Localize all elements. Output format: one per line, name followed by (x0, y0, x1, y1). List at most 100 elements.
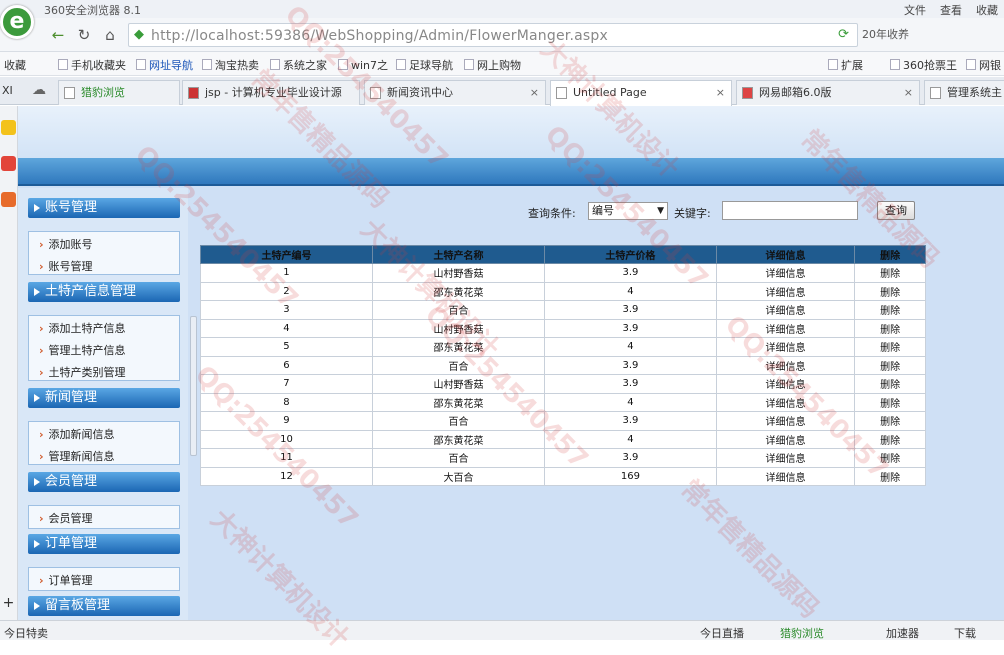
detail-link[interactable]: 详细信息 (715, 318, 856, 338)
table-cell: 邵东黄花菜 (371, 429, 545, 449)
star-icon[interactable] (1, 120, 16, 135)
query-button[interactable]: 查询 (877, 201, 915, 220)
delete-link[interactable]: 删除 (854, 411, 926, 431)
table-cell: 10 (200, 429, 373, 449)
status-today-sale[interactable]: 今日特卖 (4, 625, 48, 641)
table-cell: 2 (200, 281, 373, 301)
fav-shopping[interactable]: 网上购物 (464, 57, 521, 73)
app-title: 360安全浏览器 8.1 (44, 4, 141, 17)
menu-item-add-news[interactable]: 添加新闻信息 (39, 426, 115, 442)
tab-admin[interactable]: 管理系统主 (924, 80, 1004, 105)
keyword-label: 关键字: (674, 207, 711, 220)
status-accelerator[interactable]: 加速器 (886, 625, 919, 641)
status-liebao[interactable]: 猎豹浏览 (780, 625, 824, 641)
reload-icon[interactable]: ⟳ (838, 27, 849, 42)
weibo-icon[interactable] (1, 156, 16, 171)
delete-link[interactable]: 删除 (854, 429, 926, 449)
fav-bank[interactable]: 网银 (966, 57, 1001, 73)
delete-link[interactable]: 删除 (854, 337, 926, 357)
menu-item-manage-product[interactable]: 管理土特产信息 (39, 342, 126, 358)
menu-item-product-category[interactable]: 土特产类别管理 (39, 364, 126, 380)
menu-item-add-account[interactable]: 添加账号 (39, 236, 93, 252)
table-cell: 3.9 (543, 263, 717, 283)
delete-link[interactable]: 删除 (854, 263, 926, 283)
keyword-input[interactable] (722, 201, 858, 220)
menu-view[interactable]: 查看 (940, 2, 962, 18)
query-condition-select[interactable]: 编号 ▼ (588, 202, 668, 220)
detail-link[interactable]: 详细信息 (715, 429, 856, 449)
fav-extensions[interactable]: 扩展 (828, 57, 863, 73)
table-cell: 4 (543, 392, 717, 412)
menu-order[interactable]: 订单管理 (28, 534, 180, 554)
admin-banner (18, 106, 1004, 158)
delete-link[interactable]: 删除 (854, 466, 926, 486)
menu-item-order-manage[interactable]: 订单管理 (39, 572, 93, 588)
menu-member-box: 会员管理 (28, 505, 180, 529)
detail-link[interactable]: 详细信息 (715, 281, 856, 301)
cloud-icon[interactable]: ☁ (32, 82, 46, 98)
table-cell: 邵东黄花菜 (371, 392, 545, 412)
status-live[interactable]: 今日直播 (700, 625, 744, 641)
tab-news[interactable]: 新闻资讯中心 × (364, 80, 546, 105)
tab-mail[interactable]: 网易邮箱6.0版 × (736, 80, 920, 105)
fav-mobile[interactable]: 手机收藏夹 (58, 57, 126, 73)
table-cell: 百合 (371, 411, 545, 431)
menu-item-account-manage[interactable]: 账号管理 (39, 258, 93, 274)
delete-link[interactable]: 删除 (854, 374, 926, 394)
refresh-icon[interactable]: ↻ (74, 25, 94, 45)
menu-favorites[interactable]: 收藏 (976, 2, 998, 18)
detail-link[interactable]: 详细信息 (715, 448, 856, 468)
sidebar-splitter[interactable] (190, 316, 197, 456)
detail-link[interactable]: 详细信息 (715, 411, 856, 431)
delete-link[interactable]: 删除 (854, 300, 926, 320)
menu-message[interactable]: 留言板管理 (28, 596, 180, 616)
table-cell: 7 (200, 374, 373, 394)
fav-nav[interactable]: 网址导航 (136, 57, 193, 73)
table-row: 3 百合 3.9 详细信息 删除 (200, 300, 926, 320)
detail-link[interactable]: 详细信息 (715, 466, 856, 486)
detail-link[interactable]: 详细信息 (715, 300, 856, 320)
menu-item-member-manage[interactable]: 会员管理 (39, 510, 93, 526)
favorites-bar: 收藏 手机收藏夹 网址导航 淘宝热卖 系统之家 win7之 足球导航 网上购物 … (0, 52, 1004, 76)
window-titlebar: 360安全浏览器 8.1 文件 查看 收藏 (0, 0, 1004, 18)
fav-ticket[interactable]: 360抢票王 (890, 57, 957, 73)
tab-jsp[interactable]: jsp - 计算机专业毕业设计源 (182, 80, 360, 105)
menu-product[interactable]: 土特产信息管理 (28, 282, 180, 302)
fav-taobao[interactable]: 淘宝热卖 (202, 57, 259, 73)
status-download[interactable]: 下载 (954, 625, 976, 641)
fav-football[interactable]: 足球导航 (396, 57, 453, 73)
home-icon[interactable]: ⌂ (100, 25, 120, 45)
table-cell: 169 (543, 466, 717, 486)
detail-link[interactable]: 详细信息 (715, 337, 856, 357)
fav-system[interactable]: 系统之家 (270, 57, 327, 73)
detail-link[interactable]: 详细信息 (715, 355, 856, 375)
delete-link[interactable]: 删除 (854, 448, 926, 468)
delete-link[interactable]: 删除 (854, 281, 926, 301)
tab-liebao[interactable]: 猎豹浏览 (58, 80, 180, 105)
detail-link[interactable]: 详细信息 (715, 263, 856, 283)
delete-link[interactable]: 删除 (854, 318, 926, 338)
tab-xi[interactable]: XI (2, 84, 13, 97)
detail-link[interactable]: 详细信息 (715, 392, 856, 412)
table-cell: 4 (543, 429, 717, 449)
menu-account[interactable]: 账号管理 (28, 198, 180, 218)
tab-untitled[interactable]: Untitled Page × (550, 80, 732, 106)
query-condition-label: 查询条件: (528, 207, 576, 220)
delete-link[interactable]: 删除 (854, 392, 926, 412)
url-field[interactable]: ◆ http://localhost:59386/WebShopping/Adm… (128, 23, 858, 47)
menu-news[interactable]: 新闻管理 (28, 388, 180, 408)
fav-collect[interactable]: 收藏 (4, 57, 26, 73)
back-icon[interactable]: ← (48, 25, 68, 45)
delete-link[interactable]: 删除 (854, 355, 926, 375)
detail-link[interactable]: 详细信息 (715, 374, 856, 394)
menu-item-manage-news[interactable]: 管理新闻信息 (39, 448, 115, 464)
mail-icon[interactable] (1, 192, 16, 207)
admin-sidebar: 账号管理 添加账号 账号管理 土特产信息管理 添加土特产信息 管理土特产信息 土… (18, 188, 188, 620)
menu-file[interactable]: 文件 (904, 2, 926, 18)
search-hint[interactable]: 20年收养 (862, 26, 909, 42)
fav-win7[interactable]: win7之 (338, 57, 388, 73)
menu-member[interactable]: 会员管理 (28, 472, 180, 492)
menu-item-add-product[interactable]: 添加土特产信息 (39, 320, 126, 336)
table-cell: 4 (543, 337, 717, 357)
add-icon[interactable]: + (1, 596, 16, 611)
